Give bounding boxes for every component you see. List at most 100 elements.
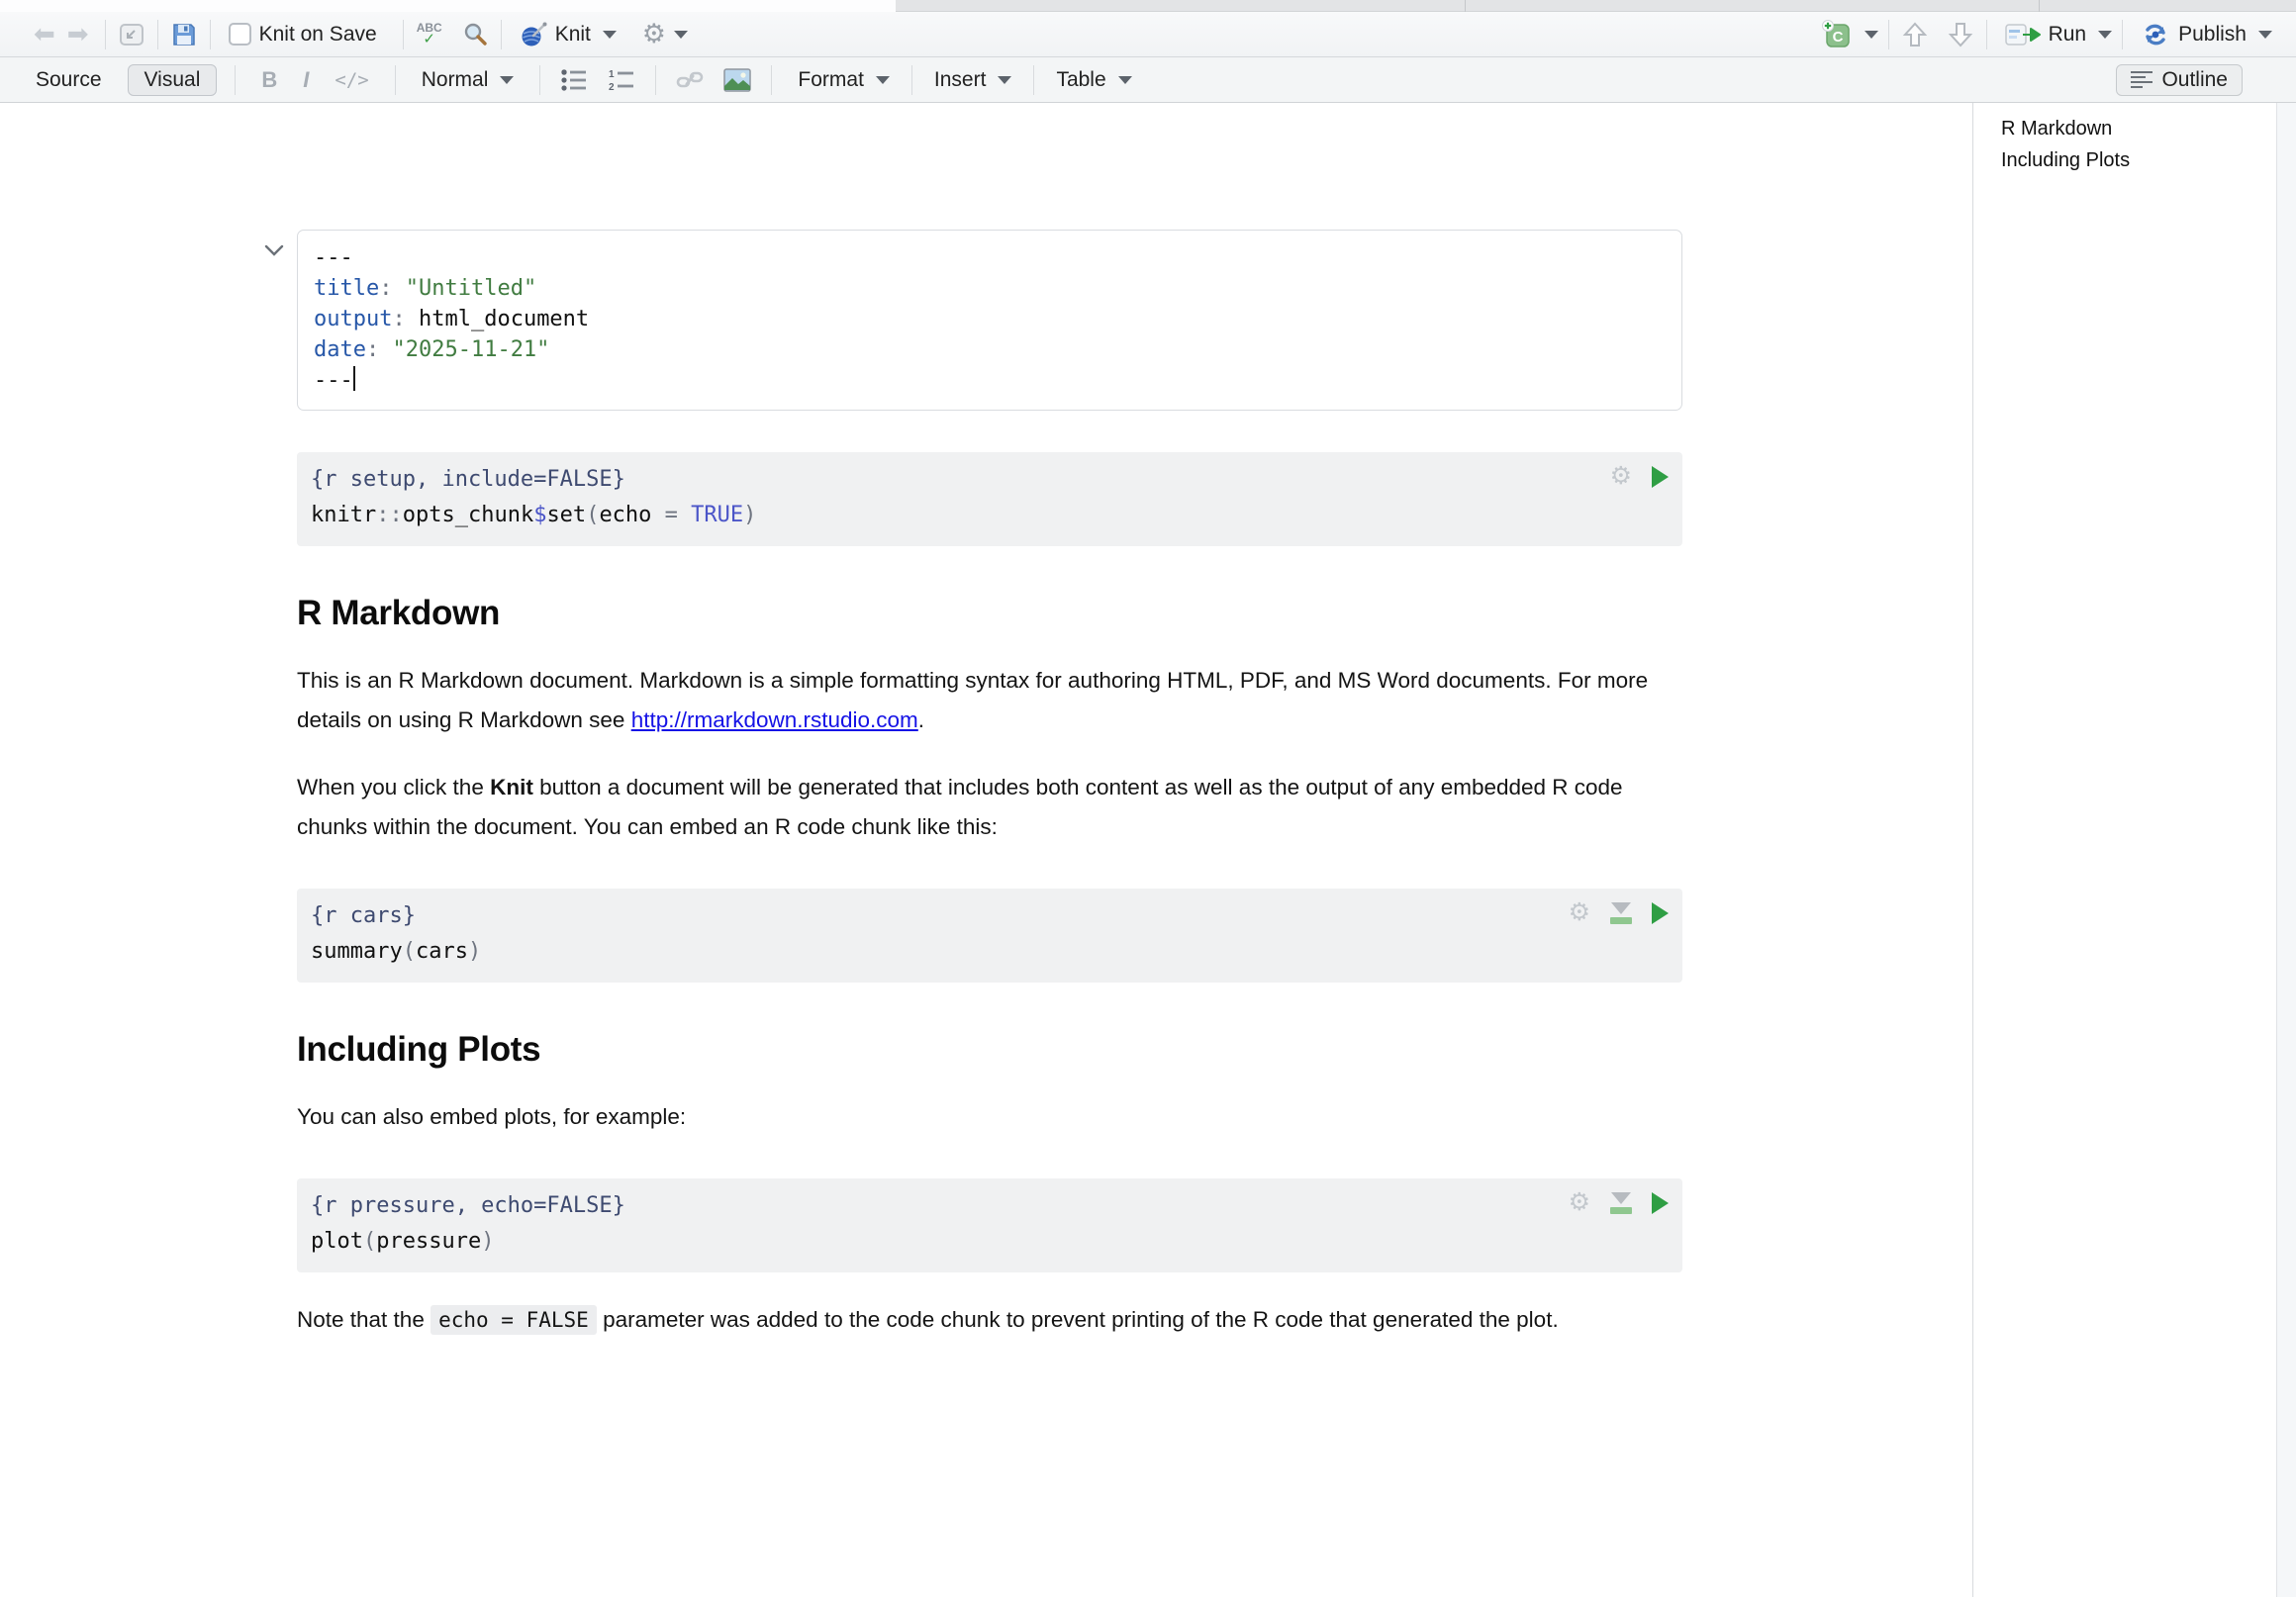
- chunk-options-gear-icon[interactable]: ⚙: [1569, 900, 1590, 925]
- chunk-options-gear-icon[interactable]: ⚙: [1610, 464, 1632, 489]
- toolbar-separator: [771, 65, 772, 95]
- visual-mode-button[interactable]: Visual: [128, 64, 218, 96]
- italic-button[interactable]: I: [295, 67, 317, 93]
- chunk-code[interactable]: summary(cars): [311, 936, 1665, 967]
- chunk-code[interactable]: plot(pressure): [311, 1226, 1665, 1257]
- yaml-editor[interactable]: --- title: "Untitled" output: html_docum…: [297, 230, 1682, 411]
- chunk-header: {r setup, include=FALSE}: [311, 464, 1665, 495]
- gear-dropdown-caret[interactable]: [674, 31, 688, 39]
- toolbar-separator: [1033, 65, 1034, 95]
- toolbar-separator: [1888, 20, 1889, 49]
- code-chunk-pressure[interactable]: ⚙ {r pressure, echo=FALSE} plot(pressure…: [297, 1178, 1682, 1272]
- link-icon[interactable]: [674, 64, 706, 96]
- outline-item-including-plots[interactable]: Including Plots: [2001, 144, 2276, 176]
- publish-button[interactable]: Publish: [2133, 17, 2254, 52]
- knit-on-save-checkbox[interactable]: [229, 23, 251, 46]
- knit-yarn-icon: [520, 22, 547, 47]
- run-button[interactable]: Run: [1997, 18, 2095, 51]
- heading-r-markdown: R Markdown: [297, 594, 1682, 633]
- toolbar-separator: [395, 65, 396, 95]
- show-in-new-window-icon[interactable]: [116, 19, 147, 50]
- publish-label: Publish: [2178, 23, 2247, 47]
- run-label: Run: [2049, 23, 2087, 47]
- paragraph-style-caret: [500, 76, 514, 84]
- code-chunk-cars[interactable]: ⚙ {r cars} summary(cars): [297, 889, 1682, 983]
- bullet-list-icon[interactable]: [558, 64, 590, 96]
- editor-pane: --- title: "Untitled" output: html_docum…: [0, 103, 1972, 1597]
- heading-including-plots: Including Plots: [297, 1030, 1682, 1070]
- toolbar-separator: [105, 20, 106, 49]
- run-dropdown-caret[interactable]: [2098, 31, 2112, 39]
- toolbar-separator: [1986, 20, 1987, 49]
- insert-menu-caret: [998, 76, 1011, 84]
- paragraph-plots: You can also embed plots, for example:: [297, 1097, 1682, 1137]
- chunk-header: {r pressure, echo=FALSE}: [311, 1190, 1665, 1221]
- yaml-metadata-block[interactable]: --- title: "Untitled" output: html_docum…: [297, 230, 1682, 411]
- code-format-button[interactable]: </>: [327, 69, 376, 91]
- svg-text:C: C: [1832, 29, 1843, 46]
- window-tab-strip: [0, 0, 2296, 12]
- outline-pane: R Markdown Including Plots: [1972, 103, 2276, 1597]
- yaml-date-line: date: "2025-11-21": [314, 334, 1666, 365]
- yaml-fence-top: ---: [314, 242, 1666, 273]
- toolbar-separator: [403, 20, 404, 49]
- save-icon[interactable]: [168, 19, 200, 50]
- search-icon[interactable]: [459, 19, 491, 50]
- paragraph-note: Note that the echo = FALSE parameter was…: [297, 1300, 1682, 1340]
- toolbar-separator: [235, 65, 236, 95]
- knit-on-save-toggle[interactable]: Knit on Save: [221, 19, 385, 50]
- table-menu[interactable]: Table: [1048, 64, 1139, 96]
- run-chunk-icon[interactable]: [1652, 1192, 1669, 1214]
- go-down-section-icon[interactable]: [1945, 19, 1976, 50]
- yaml-output-line: output: html_document: [314, 304, 1666, 334]
- paragraph-intro: This is an R Markdown document. Markdown…: [297, 661, 1682, 740]
- chunk-header: {r cars}: [311, 900, 1665, 931]
- toolbar-separator: [210, 20, 211, 49]
- spellcheck-icon[interactable]: ABC✓: [414, 19, 445, 50]
- insert-chunk-caret[interactable]: [1865, 31, 1878, 39]
- editor-scrollbar-gutter[interactable]: [2276, 103, 2296, 1597]
- back-arrow-icon[interactable]: ⬅: [28, 19, 61, 49]
- knit-dropdown-caret[interactable]: [603, 31, 617, 39]
- yaml-fence-bottom: ---: [314, 365, 1666, 396]
- toolbar-separator: [157, 20, 158, 49]
- text-cursor: [353, 366, 355, 391]
- gear-icon[interactable]: ⚙: [638, 19, 670, 50]
- run-all-chunks-above-icon[interactable]: [1610, 1192, 1632, 1214]
- toolbar-separator: [655, 65, 656, 95]
- toolbar-separator: [911, 65, 912, 95]
- paragraph-style-dropdown[interactable]: Normal: [414, 64, 523, 96]
- document-body: --- title: "Untitled" output: html_docum…: [297, 206, 1682, 1340]
- publish-dropdown-caret[interactable]: [2258, 31, 2272, 39]
- svg-text:1: 1: [609, 69, 615, 80]
- run-all-chunks-above-icon[interactable]: [1610, 902, 1632, 924]
- bold-button[interactable]: B: [253, 67, 285, 93]
- chunk-code[interactable]: knitr::opts_chunk$set(echo = TRUE): [311, 500, 1665, 530]
- knit-label: Knit: [555, 23, 591, 47]
- tab-divider: [2039, 0, 2040, 12]
- yaml-title-line: title: "Untitled": [314, 273, 1666, 304]
- format-toolbar: Source Visual B I </> Normal 1 2: [0, 57, 2296, 103]
- forward-arrow-icon[interactable]: ➡: [61, 19, 95, 49]
- format-menu[interactable]: Format: [790, 64, 898, 96]
- toolbar-separator: [501, 20, 502, 49]
- image-icon[interactable]: [721, 64, 753, 96]
- insert-chunk-icon: C: [1821, 20, 1853, 49]
- toolbar-separator: [2122, 20, 2123, 49]
- chevron-down-icon[interactable]: [263, 243, 285, 257]
- code-chunk-setup[interactable]: ⚙ {r setup, include=FALSE} knitr::opts_c…: [297, 452, 1682, 546]
- tab-bar-background: [896, 0, 2296, 12]
- run-chunk-icon[interactable]: [1652, 902, 1669, 924]
- insert-chunk-button[interactable]: C: [1813, 16, 1861, 53]
- outline-item-r-markdown[interactable]: R Markdown: [2001, 113, 2276, 144]
- chunk-options-gear-icon[interactable]: ⚙: [1569, 1190, 1590, 1215]
- table-menu-caret: [1118, 76, 1132, 84]
- go-up-section-icon[interactable]: [1899, 19, 1931, 50]
- run-chunk-icon[interactable]: [1652, 466, 1669, 488]
- run-icon: [2005, 22, 2041, 47]
- knit-button[interactable]: Knit: [512, 18, 599, 51]
- numbered-list-icon[interactable]: 1 2: [606, 64, 637, 96]
- source-mode-button[interactable]: Source: [36, 68, 102, 92]
- outline-toggle-button[interactable]: Outline: [2116, 64, 2243, 96]
- insert-menu[interactable]: Insert: [926, 64, 1020, 96]
